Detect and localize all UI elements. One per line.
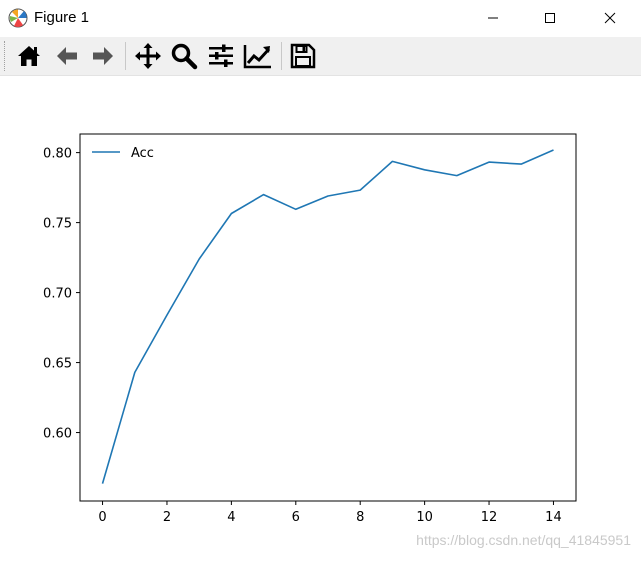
figure-canvas[interactable]: 0.60 0.65 0.70 0.75 0.80 0 2 4 6 8 10 12 14 Acc htt…: [0, 76, 641, 558]
x-tick-label: 12: [481, 510, 498, 525]
forward-button[interactable]: [87, 40, 119, 72]
y-tick-label: 0.60: [43, 427, 72, 442]
x-tick-label: 6: [292, 510, 300, 525]
matplotlib-logo-icon: [8, 8, 28, 28]
minimize-icon: [488, 17, 498, 19]
window-title: Figure 1: [34, 9, 90, 26]
x-tick-label: 8: [356, 510, 364, 525]
line-chart: 0.60 0.65 0.70 0.75 0.80 0 2 4 6 8 10 12 14 Acc: [43, 133, 577, 525]
save-button[interactable]: [287, 40, 319, 72]
x-tick-label: 10: [416, 510, 433, 525]
y-tick-label: 0.70: [43, 287, 72, 302]
axes-frame: [79, 133, 577, 502]
close-button[interactable]: [587, 0, 633, 36]
y-axis: 0.60 0.65 0.70 0.75 0.80: [43, 147, 80, 442]
close-icon: [604, 12, 616, 24]
x-tick-label: 14: [545, 510, 562, 525]
maximize-button[interactable]: [527, 0, 573, 36]
zoom-icon: [171, 43, 198, 70]
customize-icon: [243, 45, 271, 69]
forward-arrow-icon: [93, 47, 113, 65]
maximize-icon: [545, 13, 555, 23]
watermark: https://blog.csdn.net/qq_41845951: [416, 532, 631, 548]
y-tick-label: 0.75: [43, 217, 72, 232]
toolbar-separator: [125, 42, 126, 70]
y-tick-label: 0.65: [43, 357, 72, 372]
y-tick-label: 0.80: [43, 147, 72, 162]
home-button[interactable]: [13, 40, 45, 72]
subplots-button[interactable]: [205, 40, 237, 72]
back-button[interactable]: [51, 40, 83, 72]
home-icon: [18, 46, 40, 66]
title-bar: Figure 1: [0, 0, 641, 36]
figure-window: Figure 1 0.60 0.65 0.70 0.75 0.80 0 2 4 …: [0, 0, 641, 558]
toolbar-grip[interactable]: [4, 41, 7, 71]
subplots-icon: [209, 44, 233, 67]
x-tick-label: 2: [163, 510, 171, 525]
navigation-toolbar: [0, 37, 641, 76]
back-arrow-icon: [57, 47, 77, 65]
zoom-button[interactable]: [168, 40, 200, 72]
legend-label-acc: Acc: [131, 146, 154, 161]
customize-button[interactable]: [242, 40, 274, 72]
x-tick-label: 4: [227, 510, 235, 525]
toolbar-separator: [281, 42, 282, 70]
pan-icon: [135, 43, 161, 69]
pan-button[interactable]: [132, 40, 164, 72]
minimize-button[interactable]: [470, 0, 516, 36]
save-icon: [290, 43, 316, 69]
x-tick-label: 0: [98, 510, 106, 525]
x-axis: 0 2 4 6 8 10 12 14: [98, 501, 562, 525]
